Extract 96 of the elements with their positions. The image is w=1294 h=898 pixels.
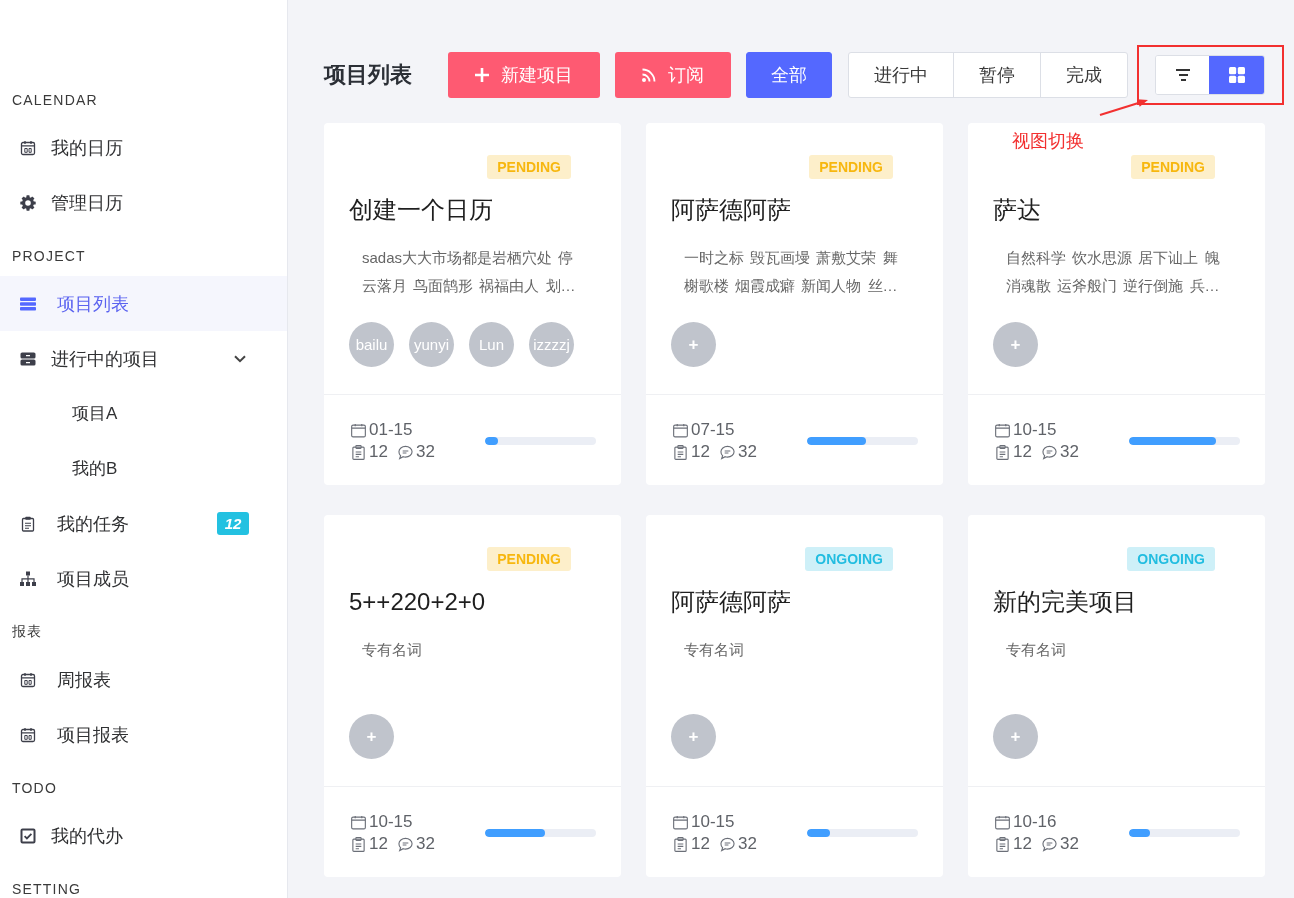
status-tag: ONGOING xyxy=(805,547,893,571)
status-tag: ONGOING xyxy=(1127,547,1215,571)
sidebar-item[interactable]: 管理日历 xyxy=(0,175,287,230)
status-tag: PENDING xyxy=(809,155,893,179)
sidebar-item[interactable]: 项目列表 xyxy=(0,276,287,331)
calendar-icon xyxy=(995,422,1010,438)
comment-count: 32 xyxy=(415,441,435,463)
project-description: sadas大大市场都是岩栖穴处 停云落月 鸟面鹄形 祸福由人 划… xyxy=(362,248,577,296)
grid-icon xyxy=(1228,67,1245,83)
due-date: 10-15 xyxy=(1013,419,1057,441)
section-heading: SETTING xyxy=(12,881,82,897)
annotation-note: 视图切换 xyxy=(1012,130,1084,152)
comment-count: 32 xyxy=(737,441,757,463)
comment-icon xyxy=(397,836,413,852)
clipboard-icon xyxy=(351,836,366,852)
drawer-icon xyxy=(20,350,36,367)
comment-icon xyxy=(1041,444,1057,460)
plus-icon xyxy=(475,68,489,82)
comment-count: 32 xyxy=(1059,833,1079,855)
comment-count: 32 xyxy=(1059,441,1079,463)
filter-tab[interactable]: 暂停 xyxy=(953,53,1040,97)
status-tag: PENDING xyxy=(487,547,571,571)
comment-icon xyxy=(1041,836,1057,852)
project-title: 创建一个日历 xyxy=(349,196,494,224)
task-count: 12 xyxy=(691,441,710,463)
lines-icon xyxy=(1174,69,1191,81)
calendar-icon xyxy=(673,814,688,830)
section-heading: 报表 xyxy=(12,623,43,641)
page-title: 项目列表 xyxy=(324,61,412,89)
calendar-icon xyxy=(20,726,36,743)
due-date: 07-15 xyxy=(691,419,735,441)
project-title: 阿萨德阿萨 xyxy=(671,196,792,224)
sidebar-item[interactable]: 项目报表 xyxy=(0,707,287,762)
member-avatar: bailu xyxy=(349,322,394,367)
task-count: 12 xyxy=(691,833,710,855)
member-avatar: Lun xyxy=(469,322,514,367)
sidebar-subitem[interactable]: 我的B xyxy=(0,441,287,496)
sidebar-item[interactable]: 我的任务 12 xyxy=(0,496,287,551)
grid-view-button[interactable] xyxy=(1209,56,1264,94)
count-badge: 12 xyxy=(217,512,249,535)
calendar-icon xyxy=(351,814,366,830)
project-title: 5++220+2+0 xyxy=(349,588,487,616)
project-title: 阿萨德阿萨 xyxy=(671,588,792,616)
due-date: 01-15 xyxy=(369,419,413,441)
sidebar-item[interactable]: 我的日历 xyxy=(0,120,287,175)
project-description: 自然科学 饮水思源 居下讪上 魄消魂散 运斧般门 逆行倒施 兵… xyxy=(1006,248,1221,296)
section-heading: TODO xyxy=(12,780,57,796)
clipboard-icon xyxy=(20,515,36,532)
comment-icon xyxy=(719,836,735,852)
calendar-icon xyxy=(351,422,366,438)
calendar-icon xyxy=(995,814,1010,830)
comment-icon xyxy=(397,444,413,460)
calendar-icon xyxy=(20,139,36,156)
due-date: 10-15 xyxy=(691,811,735,833)
clipboard-icon xyxy=(995,836,1010,852)
member-avatar: izzzzj xyxy=(529,322,574,367)
clipboard-icon xyxy=(673,444,688,460)
member-avatar: yunyi xyxy=(409,322,454,367)
list-icon xyxy=(20,295,36,312)
due-date: 10-16 xyxy=(1013,811,1057,833)
project-title: 新的完美项目 xyxy=(993,588,1138,616)
filter-tab[interactable]: 全部 xyxy=(746,52,832,98)
calendar-icon xyxy=(20,671,36,688)
status-tag: PENDING xyxy=(487,155,571,179)
sidebar-subitem[interactable]: 项目A xyxy=(0,386,287,441)
clipboard-icon xyxy=(673,836,688,852)
task-count: 12 xyxy=(1013,833,1032,855)
checkbox-icon xyxy=(20,827,36,844)
annotation-arrow xyxy=(1098,96,1150,118)
task-count: 12 xyxy=(1013,441,1032,463)
filter-tab[interactable]: 完成 xyxy=(1040,53,1127,97)
sitemap-icon xyxy=(20,570,36,587)
sidebar-item[interactable]: 进行中的项目 xyxy=(0,331,287,386)
task-count: 12 xyxy=(369,441,388,463)
due-date: 10-15 xyxy=(369,811,413,833)
project-title: 萨达 xyxy=(993,196,1042,224)
project-description: 专有名词 xyxy=(684,640,745,660)
sidebar-item[interactable]: 项目成员 xyxy=(0,551,287,606)
sidebar-item[interactable]: 周报表 xyxy=(0,652,287,707)
section-heading: CALENDAR xyxy=(12,92,98,108)
status-tag: PENDING xyxy=(1131,155,1215,179)
comment-icon xyxy=(719,444,735,460)
section-heading: PROJECT xyxy=(12,248,86,264)
comment-count: 32 xyxy=(415,833,435,855)
project-description: 一时之标 毁瓦画墁 萧敷艾荣 舞榭歌楼 烟霞成癖 新闻人物 丝… xyxy=(684,248,899,296)
filter-tab[interactable]: 进行中 xyxy=(849,53,953,97)
task-count: 12 xyxy=(369,833,388,855)
project-description: 专有名词 xyxy=(362,640,423,660)
gear-icon xyxy=(20,194,36,211)
rss-icon xyxy=(642,68,656,82)
calendar-icon xyxy=(673,422,688,438)
comment-count: 32 xyxy=(737,833,757,855)
clipboard-icon xyxy=(351,444,366,460)
project-description: 专有名词 xyxy=(1006,640,1067,660)
sidebar-item[interactable]: 我的代办 xyxy=(0,808,287,863)
clipboard-icon xyxy=(995,444,1010,460)
